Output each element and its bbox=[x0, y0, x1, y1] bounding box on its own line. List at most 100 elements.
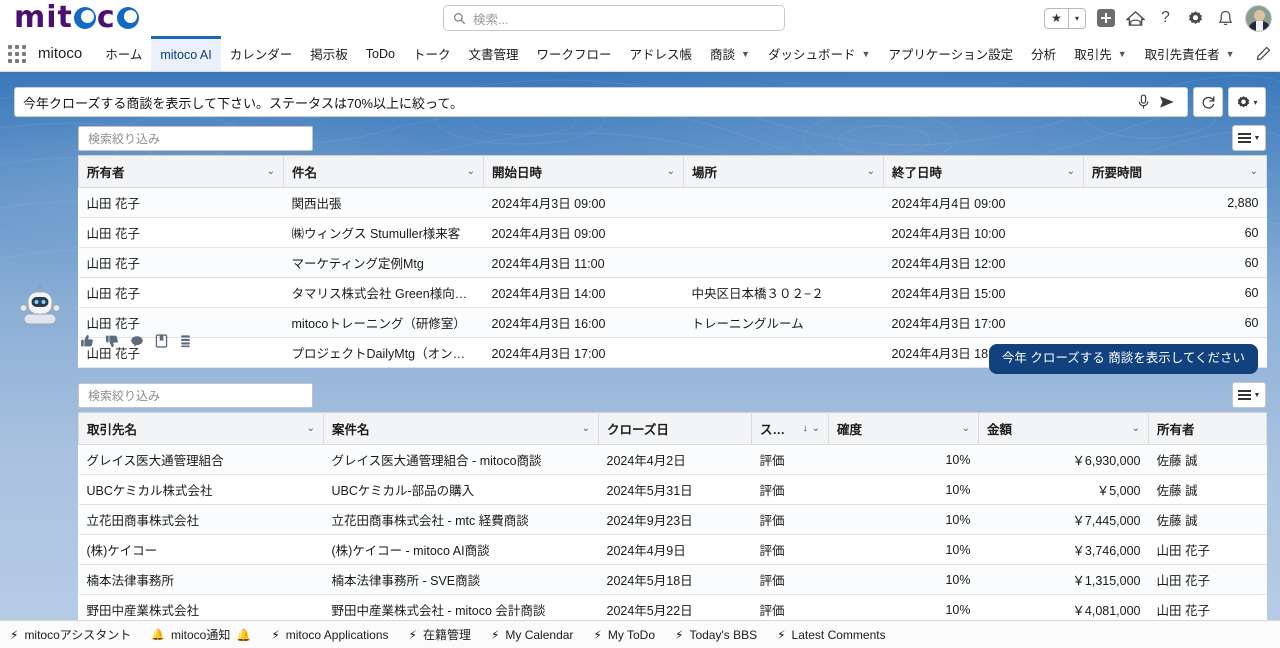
table-row[interactable]: (株)ケイコー (株)ケイコー - mitoco AI商談 2024年4月9日 … bbox=[79, 535, 1267, 565]
cell-owner[interactable]: 山田 花子 bbox=[79, 278, 284, 308]
cell-account[interactable]: 野田中産業株式会社 bbox=[79, 595, 324, 621]
chevron-down-icon[interactable]: ⌄ bbox=[1132, 423, 1140, 434]
opp-col-amount[interactable]: 金額⌄ bbox=[979, 413, 1149, 445]
nav-item-calendar[interactable]: カレンダー bbox=[221, 36, 302, 71]
opp-col-closedate[interactable]: クローズ日 bbox=[599, 413, 752, 445]
refresh-button[interactable] bbox=[1193, 87, 1223, 117]
cell-account[interactable]: UBCケミカル株式会社 bbox=[79, 475, 324, 505]
add-button[interactable] bbox=[1095, 8, 1116, 29]
list-icon[interactable] bbox=[179, 334, 192, 351]
events-col-end[interactable]: 終了日時⌄ bbox=[884, 156, 1084, 188]
bookmark-icon[interactable] bbox=[155, 334, 168, 351]
table-row[interactable]: 山田 花子 関西出張 2024年4月3日 09:00 2024年4月4日 09:… bbox=[79, 188, 1267, 218]
cell-owner[interactable]: 山田 花子 bbox=[1149, 565, 1267, 595]
nav-item-bulletin[interactable]: 掲示板 bbox=[301, 36, 357, 71]
table-row[interactable]: 楠本法律事務所 楠本法律事務所 - SVE商談 2024年5月18日 評価 10… bbox=[79, 565, 1267, 595]
app-launcher-button[interactable] bbox=[0, 36, 34, 71]
cell-account[interactable]: (株)ケイコー bbox=[79, 535, 324, 565]
events-filter-input[interactable]: 検索絞り込み bbox=[78, 126, 313, 151]
cell-owner[interactable]: 山田 花子 bbox=[1149, 595, 1267, 621]
cell-opportunity[interactable]: グレイス医大通管理組合 - mitoco商談 bbox=[324, 445, 599, 475]
events-col-duration[interactable]: 所要時間⌄ bbox=[1084, 156, 1267, 188]
nav-item-documents[interactable]: 文書管理 bbox=[459, 36, 527, 71]
sort-descending-icon[interactable]: ↓ bbox=[803, 423, 808, 434]
events-col-owner[interactable]: 所有者⌄ bbox=[79, 156, 284, 188]
cell-subject[interactable]: mitocoトレーニング（研修室） bbox=[284, 308, 484, 338]
cell-opportunity[interactable]: 楠本法律事務所 - SVE商談 bbox=[324, 565, 599, 595]
edit-nav-button[interactable] bbox=[1244, 36, 1280, 71]
nav-item-workflow[interactable]: ワークフロー bbox=[528, 36, 621, 71]
favorites-button-group[interactable]: ★ ▾ bbox=[1044, 8, 1086, 29]
table-row[interactable]: 野田中産業株式会社 野田中産業株式会社 - mitoco 会計商談 2024年5… bbox=[79, 595, 1267, 621]
table-row[interactable]: 立花田商事株式会社 立花田商事株式会社 - mtc 経費商談 2024年9月23… bbox=[79, 505, 1267, 535]
opportunities-menu-button[interactable]: ▼ bbox=[1232, 382, 1266, 408]
star-icon[interactable]: ★ bbox=[1045, 9, 1068, 28]
cell-subject[interactable]: ㈱ウィングス Stumuller様来客 bbox=[284, 218, 484, 248]
cell-owner[interactable]: 佐藤 誠 bbox=[1149, 445, 1267, 475]
gear-icon[interactable] bbox=[1185, 8, 1206, 29]
taskbar-item-my-todo[interactable]: ⚡ My ToDo bbox=[593, 628, 655, 642]
events-menu-button[interactable]: ▼ bbox=[1232, 125, 1266, 151]
help-icon[interactable]: ? bbox=[1155, 8, 1176, 29]
taskbar-item-assistant[interactable]: ⚡ mitocoアシスタント bbox=[10, 626, 131, 643]
taskbar-item-notifications[interactable]: 🔔 mitoco通知 🔔 bbox=[151, 626, 251, 643]
taskbar-item-my-calendar[interactable]: ⚡ My Calendar bbox=[491, 628, 573, 642]
cell-subject[interactable]: タマリス株式会社 Green様向けの… bbox=[284, 278, 484, 308]
cell-owner[interactable]: 山田 花子 bbox=[79, 218, 284, 248]
chevron-down-icon[interactable]: ⌄ bbox=[467, 166, 475, 177]
nav-item-dashboard[interactable]: ダッシュボード▼ bbox=[759, 36, 879, 71]
cell-opportunity[interactable]: 野田中産業株式会社 - mitoco 会計商談 bbox=[324, 595, 599, 621]
taskbar-item-latest-comments[interactable]: ⚡ Latest Comments bbox=[777, 628, 885, 642]
nav-item-appsettings[interactable]: アプリケーション設定 bbox=[879, 36, 1022, 71]
cell-owner[interactable]: 山田 花子 bbox=[79, 188, 284, 218]
cell-owner[interactable]: 山田 花子 bbox=[79, 308, 284, 338]
opp-col-account[interactable]: 取引先名⌄ bbox=[79, 413, 324, 445]
events-col-start[interactable]: 開始日時⌄ bbox=[484, 156, 684, 188]
cell-owner[interactable]: 佐藤 誠 bbox=[1149, 475, 1267, 505]
chevron-down-icon[interactable]: ⌄ bbox=[812, 423, 820, 434]
chevron-down-icon[interactable]: ⌄ bbox=[867, 166, 875, 177]
nav-item-talk[interactable]: トーク bbox=[404, 36, 460, 71]
chevron-down-icon[interactable]: ⌄ bbox=[1067, 166, 1075, 177]
chevron-down-icon[interactable]: ⌄ bbox=[582, 423, 590, 434]
table-row[interactable]: 山田 花子 mitocoトレーニング（研修室） 2024年4月3日 16:00 … bbox=[79, 308, 1267, 338]
chevron-down-icon[interactable]: ⌄ bbox=[1250, 166, 1258, 177]
table-row[interactable]: 山田 花子 マーケティング定例Mtg 2024年4月3日 11:00 2024年… bbox=[79, 248, 1267, 278]
global-search-input[interactable]: 検索... bbox=[443, 5, 785, 31]
cell-subject[interactable]: プロジェクトDailyMtg（オンライ… bbox=[284, 338, 484, 368]
cell-owner[interactable]: 山田 花子 bbox=[1149, 535, 1267, 565]
table-row[interactable]: 山田 花子 タマリス株式会社 Green様向けの… 2024年4月3日 14:0… bbox=[79, 278, 1267, 308]
mitoco-logo[interactable]: mit c bbox=[14, 3, 140, 33]
nav-item-accounts[interactable]: 取引先▼ bbox=[1065, 36, 1135, 71]
table-row[interactable]: グレイス医大通管理組合 グレイス医大通管理組合 - mitoco商談 2024年… bbox=[79, 445, 1267, 475]
taskbar-item-attendance[interactable]: ⚡ 在籍管理 bbox=[409, 626, 471, 643]
cell-account[interactable]: グレイス医大通管理組合 bbox=[79, 445, 324, 475]
chevron-down-icon[interactable]: ⌄ bbox=[962, 423, 970, 434]
nav-item-analytics[interactable]: 分析 bbox=[1022, 36, 1065, 71]
cell-subject[interactable]: 関西出張 bbox=[284, 188, 484, 218]
events-col-subject[interactable]: 件名⌄ bbox=[284, 156, 484, 188]
thumbs-down-icon[interactable] bbox=[105, 334, 119, 351]
speech-bubble-icon[interactable] bbox=[130, 334, 144, 351]
opp-col-probability[interactable]: 確度⌄ bbox=[829, 413, 979, 445]
cell-opportunity[interactable]: 立花田商事株式会社 - mtc 経費商談 bbox=[324, 505, 599, 535]
taskbar-item-applications[interactable]: ⚡ mitoco Applications bbox=[271, 628, 388, 642]
chevron-down-icon[interactable]: ⌄ bbox=[667, 166, 675, 177]
opp-col-stage[interactable]: ス…↓⌄ bbox=[752, 413, 829, 445]
avatar[interactable] bbox=[1245, 5, 1272, 32]
home-icon[interactable] bbox=[1125, 8, 1146, 29]
opp-col-name[interactable]: 案件名⌄ bbox=[324, 413, 599, 445]
ai-settings-button[interactable]: ▾ bbox=[1228, 87, 1266, 117]
microphone-icon[interactable] bbox=[1131, 94, 1155, 110]
thumbs-up-icon[interactable] bbox=[80, 334, 94, 351]
nav-item-home[interactable]: ホーム bbox=[96, 36, 151, 71]
notifications-bell-icon[interactable] bbox=[1215, 8, 1236, 29]
opp-col-owner[interactable]: 所有者 bbox=[1149, 413, 1267, 445]
cell-opportunity[interactable]: (株)ケイコー - mitoco AI商談 bbox=[324, 535, 599, 565]
send-icon[interactable] bbox=[1155, 95, 1179, 109]
table-row[interactable]: 山田 花子 ㈱ウィングス Stumuller様来客 2024年4月3日 09:0… bbox=[79, 218, 1267, 248]
nav-item-todo[interactable]: ToDo bbox=[357, 36, 404, 71]
opportunities-filter-input[interactable]: 検索絞り込み bbox=[78, 383, 313, 408]
cell-owner[interactable]: 佐藤 誠 bbox=[1149, 505, 1267, 535]
chevron-down-icon[interactable]: ⌄ bbox=[307, 423, 315, 434]
